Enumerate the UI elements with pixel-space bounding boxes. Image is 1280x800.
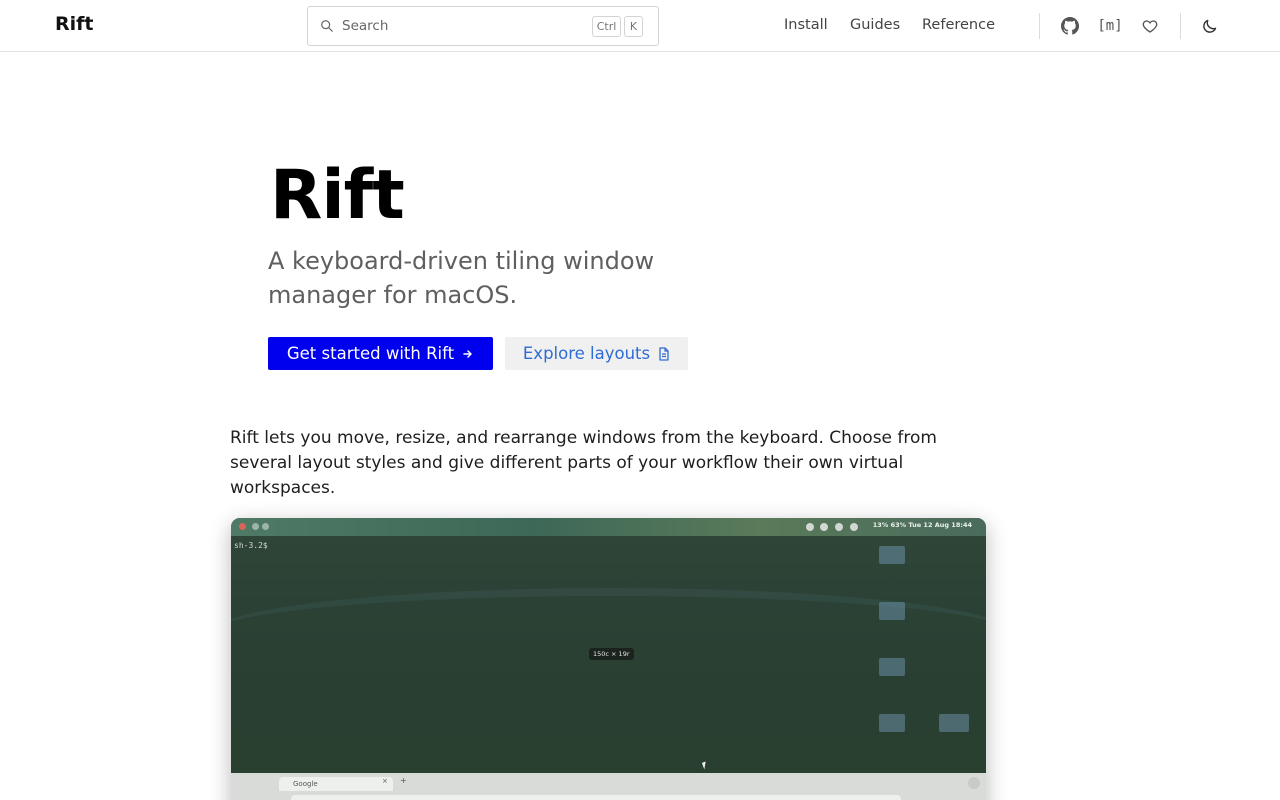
key-icon [820, 523, 828, 531]
search-input[interactable]: Search Ctrl K [307, 6, 659, 46]
menubar-status-text: 13% 63% Tue 12 Aug 18:44 [872, 521, 972, 529]
mac-menubar: 13% 63% Tue 12 Aug 18:44 [231, 518, 986, 536]
top-navigation: Rift Search Ctrl K Install Guides Refere… [0, 0, 1280, 52]
search-placeholder: Search [342, 18, 389, 34]
browser-tab: Google [279, 777, 393, 791]
status-dot-icon [262, 523, 269, 530]
arrow-right-icon [463, 349, 472, 358]
desktop-widget [879, 658, 905, 676]
page-title: Rift [270, 156, 405, 235]
chevron-down-icon [968, 777, 980, 789]
moon-icon[interactable] [1198, 15, 1220, 37]
brand-logo[interactable]: Rift [55, 13, 94, 35]
desktop-widget [879, 602, 905, 620]
heart-icon[interactable] [1139, 15, 1161, 37]
window-size-badge: 150c × 19r [589, 648, 634, 660]
nav-link-install[interactable]: Install [784, 17, 828, 33]
search-icon [321, 20, 333, 32]
divider [1180, 13, 1181, 39]
close-icon: × [382, 777, 388, 785]
terminal-prompt: sh-3.2$ [234, 541, 268, 550]
matrix-icon[interactable]: [m] [1097, 15, 1122, 37]
browser-url-bar [291, 795, 901, 800]
hero-tagline: A keyboard-driven tiling window manager … [268, 247, 655, 309]
desktop-preview-image: 13% 63% Tue 12 Aug 18:44 sh-3.2$ 150c × … [231, 518, 986, 800]
get-started-label: Get started with Rift [286, 344, 455, 363]
nav-link-guides[interactable]: Guides [850, 17, 900, 33]
volume-icon [850, 523, 858, 531]
status-dot-icon [252, 523, 259, 530]
explore-layouts-label: Explore layouts [522, 344, 651, 363]
browser-window: Google × + [231, 773, 986, 800]
close-dot-icon [239, 523, 246, 530]
get-started-button[interactable]: Get started with Rift [268, 337, 493, 370]
desktop-widget [879, 714, 905, 732]
desktop-widget [879, 546, 905, 564]
desktop-widget [939, 714, 969, 732]
document-icon [659, 346, 669, 361]
clock-icon [806, 523, 814, 531]
shortcut-ctrl-key: Ctrl [592, 16, 621, 37]
wifi-icon [835, 523, 843, 531]
nav-link-reference[interactable]: Reference [922, 17, 995, 33]
shortcut-k-key: K [624, 16, 643, 37]
browser-tab-label: Google [293, 780, 318, 788]
github-icon[interactable] [1059, 15, 1081, 37]
divider [1039, 13, 1040, 39]
explore-layouts-button[interactable]: Explore layouts [505, 337, 688, 370]
intro-paragraph: Rift lets you move, resize, and rearrang… [230, 428, 937, 498]
plus-icon: + [400, 776, 407, 785]
